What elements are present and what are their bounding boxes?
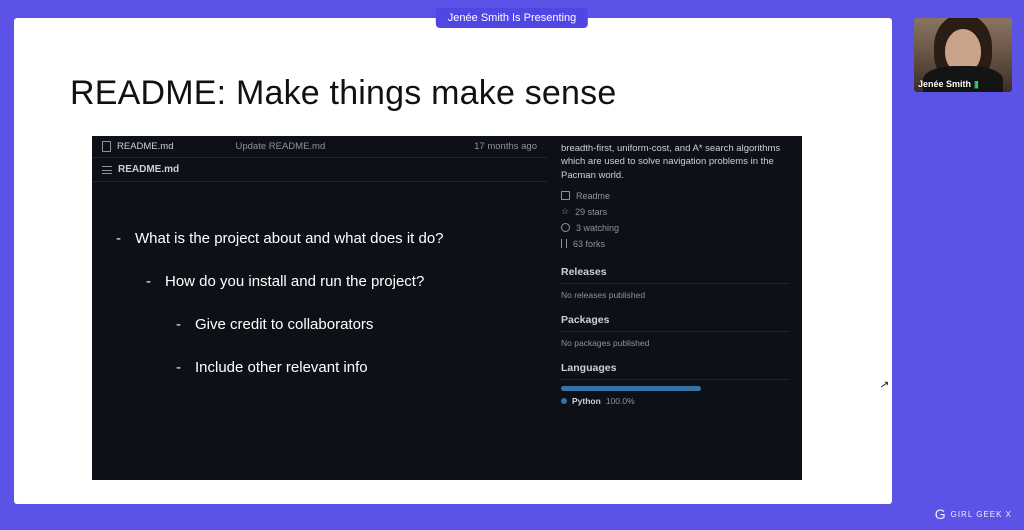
language-dot-icon [561,398,567,404]
bullet: -Include other relevant info [116,359,527,376]
presenter-webcam[interactable]: Jenée Smith ||| [914,18,1012,92]
language-name: Python [572,396,601,406]
brand-label: GIRL GEEK X [951,510,1012,519]
readme-header: README.md [92,158,547,182]
meta-stars: 29 stars [575,207,607,217]
list-icon [102,166,112,174]
meeting-stage: Jenée Smith Is Presenting README: Make t… [0,0,1024,530]
file-row: README.md Update README.md 17 months ago [92,136,547,158]
releases-section: Releases No releases published [561,266,788,300]
star-icon: ☆ [561,207,569,216]
meta-readme: Readme [576,191,610,201]
bullet: -What is the project about and what does… [116,230,527,247]
packages-title: Packages [561,314,788,326]
commit-age: 17 months ago [474,141,537,152]
meta-watching: 3 watching [576,223,619,233]
bullet-text: Include other relevant info [195,359,368,376]
bullet-text: How do you install and run the project? [165,273,424,290]
releases-title: Releases [561,266,788,278]
packages-section: Packages No packages published [561,314,788,348]
github-screenshot: README.md Update README.md 17 months ago… [92,136,802,480]
language-bar [561,386,701,391]
presenting-badge: Jenée Smith Is Presenting [436,8,588,28]
repo-description: breadth-first, uniform-cost, and A* sear… [561,142,788,182]
releases-sub: No releases published [561,290,788,300]
bullet-text: Give credit to collaborators [195,316,373,333]
brand-glyph: G [935,506,947,522]
meta-forks: 63 forks [573,239,605,249]
bullet: -Give credit to collaborators [116,316,527,333]
commit-message: Update README.md [173,141,474,152]
file-icon [102,141,111,152]
shared-slide[interactable]: README: Make things make sense README.md… [14,18,892,504]
languages-title: Languages [561,362,788,374]
book-icon [561,191,570,200]
eye-icon [561,223,570,232]
presenter-name-tag: Jenée Smith ||| [918,79,978,89]
fork-icon [561,239,567,248]
readme-header-text: README.md [118,164,179,175]
bullet-text: What is the project about and what does … [135,230,444,247]
language-row: Python 100.0% [561,396,788,406]
speaking-icon: ||| [974,80,978,89]
slide-title: README: Make things make sense [70,74,616,113]
presenting-badge-text: Jenée Smith Is Presenting [448,12,576,24]
github-sidebar: breadth-first, uniform-cost, and A* sear… [547,136,802,480]
languages-section: Languages Python 100.0% [561,362,788,406]
readme-body: -What is the project about and what does… [92,182,547,376]
packages-sub: No packages published [561,338,788,348]
presenter-name: Jenée Smith [918,79,971,89]
repo-meta: Readme ☆ 29 stars 3 watching 63 forks [561,188,788,252]
file-name: README.md [117,141,173,152]
github-left-pane: README.md Update README.md 17 months ago… [92,136,547,480]
brand-watermark: G GIRL GEEK X [935,506,1012,522]
bullet: -How do you install and run the project? [116,273,527,290]
language-pct: 100.0% [606,396,635,406]
